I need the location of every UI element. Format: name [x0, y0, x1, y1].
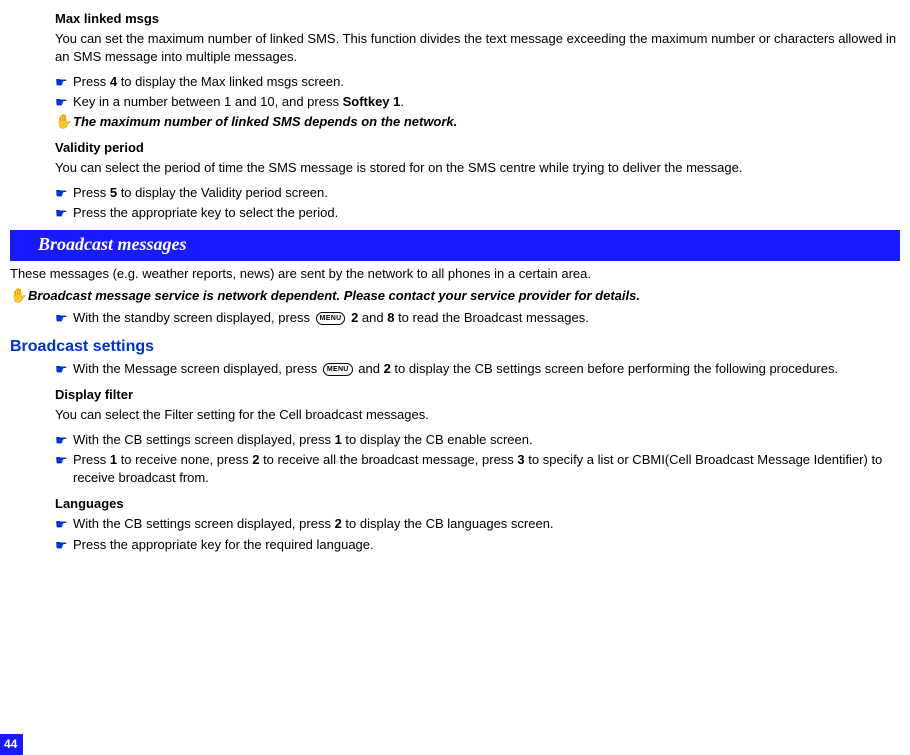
- validity-desc: You can select the period of time the SM…: [55, 159, 900, 177]
- pointer-icon: ☛: [55, 95, 73, 109]
- pointer-icon: ☛: [55, 206, 73, 220]
- step-text: With the Message screen displayed, press…: [73, 360, 838, 378]
- section-header-broadcast: Broadcast messages: [10, 230, 900, 261]
- page-number: 44: [0, 734, 23, 755]
- menu-key-icon: MENU: [316, 312, 346, 325]
- max-linked-desc: You can set the maximum number of linked…: [55, 30, 900, 66]
- broadcast-intro: These messages (e.g. weather reports, ne…: [10, 265, 900, 283]
- validity-steps: ☛ Press 5 to display the Validity period…: [55, 184, 900, 222]
- pointer-icon: ☛: [55, 538, 73, 552]
- page-body: Max linked msgs You can set the maximum …: [0, 0, 910, 554]
- note-text: The maximum number of linked SMS depends…: [73, 113, 457, 131]
- broadcast-read-step: ☛ With the standby screen displayed, pre…: [55, 309, 900, 327]
- pointer-icon: ☛: [55, 362, 73, 376]
- validity-title: Validity period: [55, 139, 900, 157]
- step-text: Press 1 to receive none, press 2 to rece…: [73, 451, 900, 487]
- broadcast-settings-step: ☛ With the Message screen displayed, pre…: [55, 360, 900, 378]
- max-linked-title: Max linked msgs: [55, 10, 900, 28]
- menu-key-icon: MENU: [323, 363, 353, 376]
- hand-icon: ✋: [10, 288, 28, 302]
- languages-steps: ☛ With the CB settings screen displayed,…: [55, 515, 900, 553]
- step-text: With the CB settings screen displayed, p…: [73, 515, 554, 533]
- pointer-icon: ☛: [55, 75, 73, 89]
- step-text: With the CB settings screen displayed, p…: [73, 431, 533, 449]
- display-filter-desc: You can select the Filter setting for th…: [55, 406, 900, 424]
- pointer-icon: ☛: [55, 433, 73, 447]
- step-text: Press 5 to display the Validity period s…: [73, 184, 328, 202]
- display-filter-title: Display filter: [55, 386, 900, 404]
- hand-icon: ✋: [55, 114, 73, 128]
- pointer-icon: ☛: [55, 311, 73, 325]
- step-text: With the standby screen displayed, press…: [73, 309, 589, 327]
- step-text: Press the appropriate key for the requir…: [73, 536, 374, 554]
- pointer-icon: ☛: [55, 517, 73, 531]
- languages-title: Languages: [55, 495, 900, 513]
- step-text: Press the appropriate key to select the …: [73, 204, 338, 222]
- note-text: Broadcast message service is network dep…: [28, 287, 640, 305]
- max-linked-steps: ☛ Press 4 to display the Max linked msgs…: [55, 73, 900, 132]
- pointer-icon: ☛: [55, 453, 73, 467]
- broadcast-note: ✋ Broadcast message service is network d…: [10, 287, 900, 305]
- broadcast-settings-heading: Broadcast settings: [10, 336, 900, 358]
- pointer-icon: ☛: [55, 186, 73, 200]
- display-filter-steps: ☛ With the CB settings screen displayed,…: [55, 431, 900, 488]
- step-text: Key in a number between 1 and 10, and pr…: [73, 93, 404, 111]
- step-text: Press 4 to display the Max linked msgs s…: [73, 73, 344, 91]
